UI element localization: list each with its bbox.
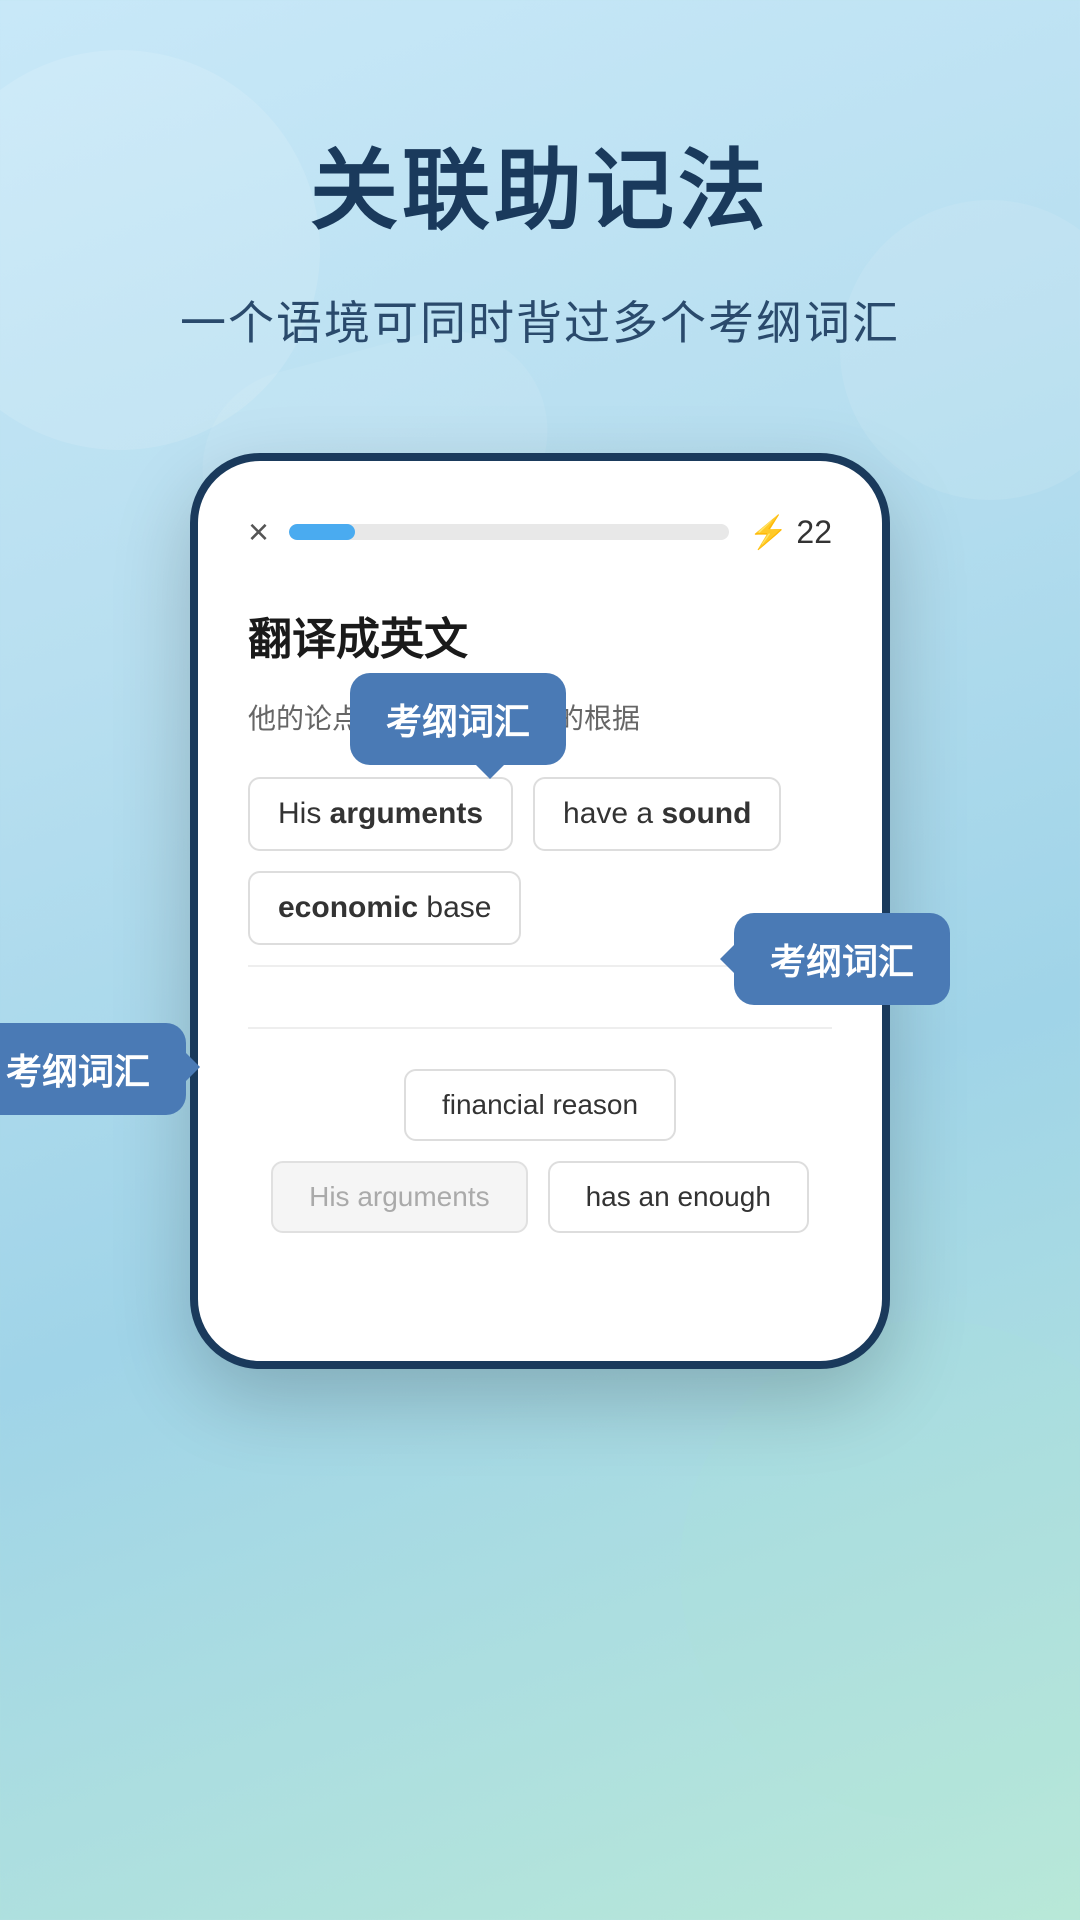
bold-word-sound: sound [661, 797, 751, 830]
page-subtitle: 一个语境可同时背过多个考纲词汇 [180, 287, 900, 353]
progress-bar-fill [289, 524, 355, 540]
bold-word-economic: economic [278, 891, 418, 924]
card-title: 翻译成英文 [248, 603, 832, 667]
tooltip-bubble-2: 考纲词汇 [734, 913, 950, 1005]
answer-options-row-1: His arguments have a sound [248, 777, 832, 851]
bottom-chip-has-an-enough[interactable]: has an enough [548, 1161, 809, 1233]
answer-chip-2[interactable]: have a sound [533, 777, 781, 851]
bottom-chip-financial[interactable]: financial reason [404, 1069, 676, 1141]
bottom-row-1: financial reason [248, 1069, 832, 1141]
phone-mockup: × ⚡ 22 翻译成英文 他的论点有充分的经济上的根据 His [190, 453, 890, 1369]
bottom-chip-his-arguments: His arguments [271, 1161, 528, 1233]
tooltip-3-label: 考纲词汇 [6, 1051, 150, 1092]
progress-bar-container [289, 524, 729, 540]
score-area: ⚡ 22 [749, 513, 832, 551]
bottom-chip-financial-label: financial reason [442, 1089, 638, 1120]
answer-chip-3[interactable]: economic base [248, 871, 521, 945]
bold-word-arguments: arguments [330, 797, 483, 830]
tooltip-bubble-1: 考纲词汇 [350, 673, 566, 765]
lightning-icon: ⚡ [749, 513, 789, 551]
tooltip-bubble-3: 考纲词汇 [0, 1023, 186, 1115]
close-button[interactable]: × [248, 511, 269, 553]
phone-inner: × ⚡ 22 翻译成英文 他的论点有充分的经济上的根据 His [198, 461, 882, 1361]
page-title: 关联助记法 [310, 120, 770, 247]
phone-wrapper: 考纲词汇 考纲词汇 考纲词汇 × ⚡ 22 [190, 453, 890, 1369]
bottom-chip-his-arguments-label: His arguments [309, 1181, 490, 1212]
bottom-options: financial reason His arguments has an en… [248, 1069, 832, 1233]
bg-decoration-4 [680, 1320, 1080, 1820]
bottom-chip-has-an-enough-label: has an enough [586, 1181, 771, 1212]
page-container: 关联助记法 一个语境可同时背过多个考纲词汇 考纲词汇 考纲词汇 考纲词汇 × [0, 0, 1080, 1369]
tooltip-1-label: 考纲词汇 [386, 701, 530, 742]
divider-2 [248, 1027, 832, 1029]
score-value: 22 [796, 514, 832, 551]
tooltip-2-label: 考纲词汇 [770, 941, 914, 982]
bottom-row-2: His arguments has an enough [248, 1161, 832, 1233]
top-bar: × ⚡ 22 [248, 511, 832, 553]
